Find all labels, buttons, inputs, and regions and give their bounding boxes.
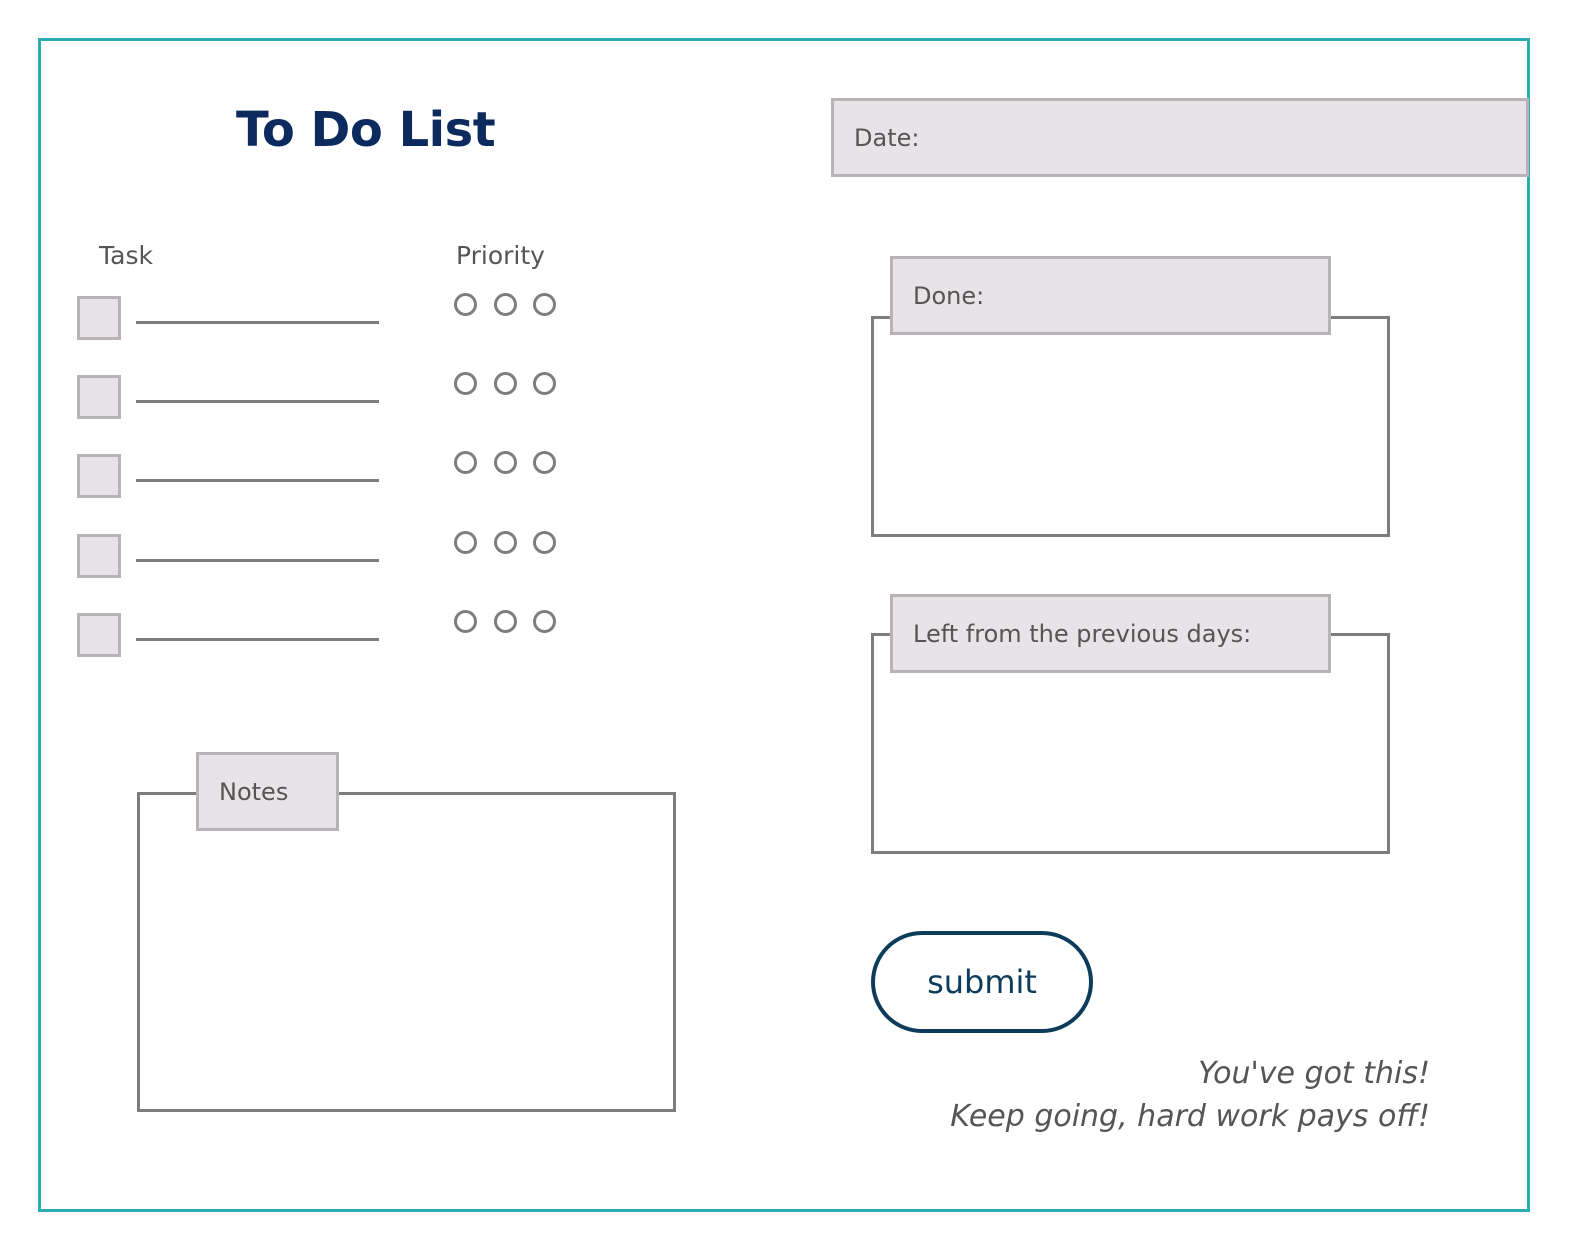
task-checkbox[interactable] (77, 375, 121, 419)
task-row (77, 451, 577, 498)
task-row (77, 293, 577, 340)
priority-radio-1[interactable] (454, 372, 477, 395)
task-column-header: Task (99, 241, 153, 270)
priority-radio-2[interactable] (494, 451, 517, 474)
task-row (77, 610, 577, 657)
priority-radio-1[interactable] (454, 451, 477, 474)
priority-radio-1[interactable] (454, 293, 477, 316)
notes-textarea[interactable] (137, 792, 676, 1112)
date-field[interactable]: Date: (831, 98, 1529, 177)
priority-radio-2[interactable] (494, 531, 517, 554)
motivation-line-2: Keep going, hard work pays off! (950, 1099, 1430, 1134)
motivation-text: You've got this! Keep going, hard work p… (950, 1052, 1430, 1138)
task-checkbox[interactable] (77, 613, 121, 657)
submit-button[interactable]: submit (871, 931, 1093, 1033)
priority-radio-1[interactable] (454, 531, 477, 554)
task-input-line[interactable] (136, 321, 379, 324)
done-tab: Done: (890, 256, 1331, 335)
task-row (77, 372, 577, 419)
task-input-line[interactable] (136, 479, 379, 482)
priority-column-header: Priority (456, 241, 545, 270)
task-checkbox[interactable] (77, 534, 121, 578)
priority-radio-3[interactable] (533, 372, 556, 395)
priority-radio-2[interactable] (494, 293, 517, 316)
done-label: Done: (913, 281, 985, 310)
priority-radio-2[interactable] (494, 372, 517, 395)
task-input-line[interactable] (136, 638, 379, 641)
priority-radio-1[interactable] (454, 610, 477, 633)
task-checkbox[interactable] (77, 296, 121, 340)
notes-label: Notes (219, 777, 289, 806)
priority-radio-3[interactable] (533, 293, 556, 316)
priority-radio-2[interactable] (494, 610, 517, 633)
task-input-line[interactable] (136, 559, 379, 562)
task-row (77, 531, 577, 578)
done-textarea[interactable] (871, 316, 1390, 537)
task-checkbox[interactable] (77, 454, 121, 498)
page-title: To Do List (236, 102, 496, 158)
notes-tab: Notes (196, 752, 339, 831)
priority-radio-3[interactable] (533, 610, 556, 633)
priority-radio-3[interactable] (533, 531, 556, 554)
motivation-line-1: You've got this! (1198, 1056, 1430, 1091)
task-input-line[interactable] (136, 400, 379, 403)
priority-radio-3[interactable] (533, 451, 556, 474)
left-over-tab: Left from the previous days: (890, 594, 1331, 673)
left-over-label: Left from the previous days: (913, 619, 1252, 648)
date-label: Date: (854, 123, 920, 152)
